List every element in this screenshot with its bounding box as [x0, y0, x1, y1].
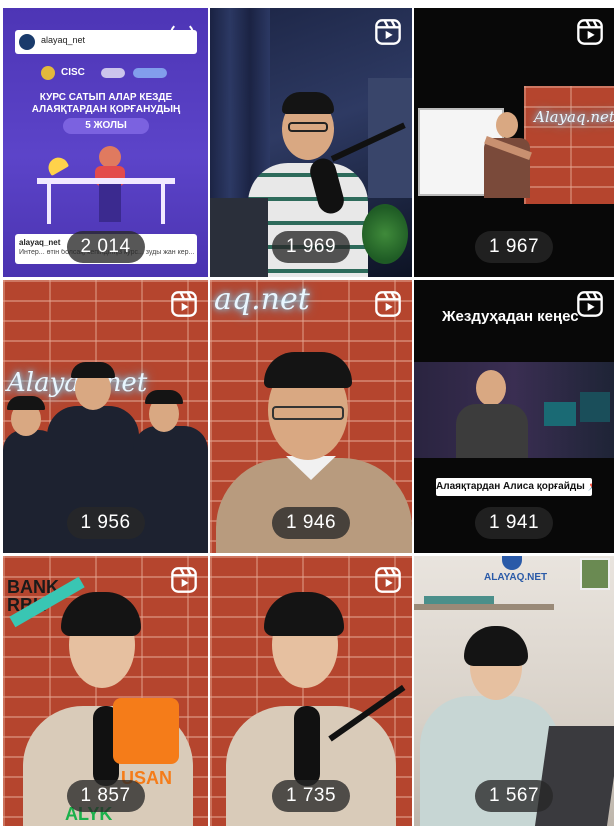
reels-icon [375, 291, 401, 317]
reels-icon [171, 291, 197, 317]
desk-illustration [37, 140, 175, 230]
lamp-icon [44, 153, 70, 177]
person-body [456, 404, 528, 458]
person-hair [61, 592, 141, 636]
cap [145, 390, 183, 404]
video-frame [414, 362, 614, 458]
view-count: 1 969 [271, 231, 351, 263]
view-count: 1 956 [66, 507, 145, 539]
partner-logo [133, 68, 167, 78]
desk-leg [161, 184, 165, 224]
view-count: 1 941 [474, 507, 554, 539]
monitor [580, 392, 610, 422]
grid-tile-7[interactable]: BANK RBK USAN ALYK 1 857 [3, 556, 208, 826]
grid-tile-5[interactable]: aq.net 1 946 [210, 280, 412, 553]
monitor [544, 402, 576, 426]
picture-frame [580, 558, 610, 590]
profile-media-grid: alayaq_net CISC КУРС САТЫП АЛАР КЕЗДЕ АЛ… [0, 0, 614, 826]
grid-tile-9[interactable]: ALAYAQ.NET 1 567 [414, 556, 614, 826]
glasses [288, 122, 328, 132]
partner-logos: CISC [41, 66, 171, 82]
figure-head [99, 146, 121, 168]
account-name: alayaq_net [41, 35, 86, 45]
cap [71, 362, 115, 378]
view-count: 1 567 [474, 780, 554, 812]
partner-logo [101, 68, 125, 78]
view-count: 1 735 [271, 780, 351, 812]
view-count: 1 857 [66, 780, 145, 812]
desk-leg [47, 184, 51, 224]
wall-sign: ALAYAQ.NET [484, 572, 548, 583]
poster-title: КУРС САТЫП АЛАР КЕЗДЕ АЛАЯҚТАРДАН ҚОРҒАН… [31, 92, 181, 115]
loading-ring-icon [170, 22, 194, 46]
figure-legs [99, 184, 121, 222]
poster-badge: 5 ЖОЛЫ [63, 118, 149, 134]
video-subtitle: Алаяқтардан Алиса қорғайды 📌 [436, 478, 592, 496]
reels-icon [171, 567, 197, 593]
person-body [133, 426, 208, 553]
person-hair [464, 626, 528, 666]
grid-tile-2[interactable]: 1 969 [210, 8, 412, 277]
sign-logo-icon [502, 556, 522, 570]
laptop [210, 198, 268, 277]
reels-icon [375, 19, 401, 45]
person-hair [264, 352, 352, 388]
grid-tile-6[interactable]: Жездуҳадан кеңес Алаяқтардан Алиса қорға… [414, 280, 614, 553]
microphone [294, 706, 320, 786]
reels-icon [577, 291, 603, 317]
laptop [534, 726, 614, 826]
neon-sign: aq.net [214, 282, 310, 317]
person-head [476, 370, 506, 406]
brick-wall [524, 86, 614, 204]
seal-logo [41, 66, 55, 80]
person-hair [264, 592, 344, 636]
cisc-logo: CISC [61, 67, 85, 78]
cap [7, 396, 45, 410]
caption-account: alayaq_net [19, 238, 61, 247]
grid-tile-4[interactable]: Alayaq.net 1 956 [3, 280, 208, 553]
orange-logo [113, 698, 179, 764]
shelf-items [424, 596, 494, 604]
neon-sign: Alayaq.net [534, 108, 614, 126]
grid-tile-3[interactable]: Alayaq.net 1 967 [414, 8, 614, 277]
person-hair [282, 92, 334, 114]
person-head [496, 112, 518, 138]
reels-icon [577, 19, 603, 45]
account-avatar [19, 34, 35, 50]
view-count: 1 967 [474, 231, 554, 263]
plant [362, 204, 408, 264]
video-title: Жездуҳадан кеңес [442, 308, 579, 325]
grid-tile-1[interactable]: alayaq_net CISC КУРС САТЫП АЛАР КЕЗДЕ АЛ… [3, 8, 208, 277]
view-count: 1 946 [271, 507, 351, 539]
glasses [272, 406, 344, 420]
view-count: 2 014 [66, 231, 145, 263]
grid-tile-8[interactable]: 1 735 [210, 556, 412, 826]
shelf [414, 604, 554, 610]
reels-icon [375, 567, 401, 593]
